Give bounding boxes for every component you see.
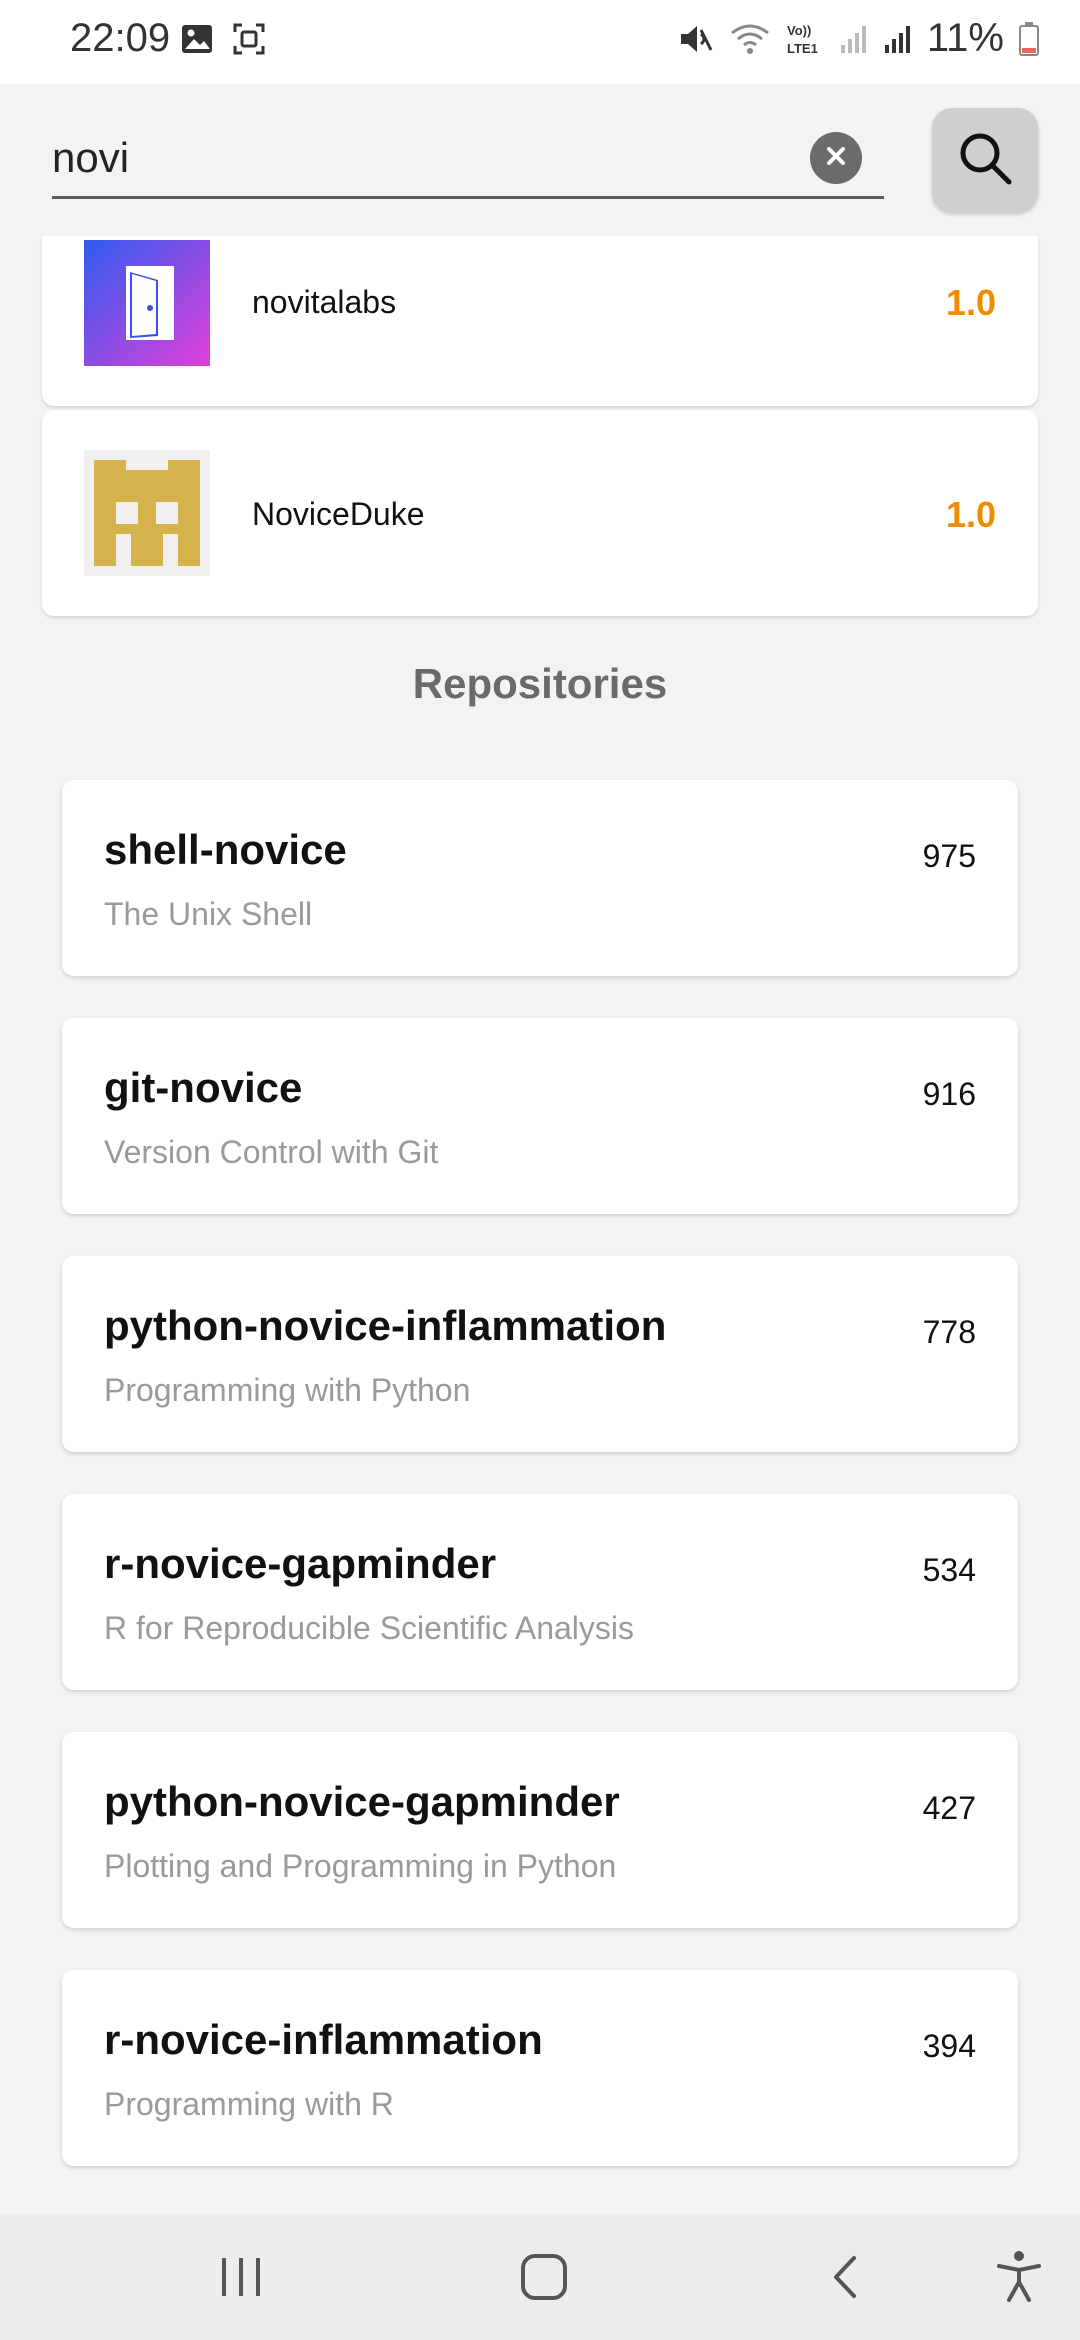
section-title-repositories: Repositories [412, 660, 668, 707]
screenshot-icon [232, 22, 266, 56]
battery-level: 11% [926, 16, 1004, 60]
repo-stars: 916 [922, 1076, 976, 1112]
clear-search-button[interactable] [810, 132, 862, 184]
repo-description: Version Control with Git [104, 1134, 439, 1170]
repo-description: Plotting and Programming in Python [104, 1848, 617, 1884]
close-icon [825, 145, 847, 172]
status-bar: 22:09 Vo)) LTE1 11% [0, 0, 1080, 84]
repo-stars: 975 [922, 838, 976, 874]
repo-description: R for Reproducible Scientific Analysis [104, 1610, 635, 1646]
back-icon[interactable] [826, 2248, 866, 2309]
user-name: NoviceDuke [252, 496, 425, 532]
repo-stars: 778 [922, 1314, 976, 1350]
repo-stars: 394 [922, 2028, 976, 2064]
repo-card[interactable]: shell-novice The Unix Shell 975 [62, 780, 1018, 976]
repo-card[interactable]: python-novice-gapminder Plotting and Pro… [62, 1732, 1018, 1928]
svg-text:LTE1: LTE1 [787, 41, 818, 56]
repo-name: python-novice-inflammation [104, 1302, 667, 1349]
volte-icon: Vo)) LTE1 [785, 20, 825, 58]
repo-name: r-novice-gapminder [104, 1540, 497, 1587]
search-field [52, 124, 884, 199]
repo-card[interactable]: r-novice-inflammation Programming with R… [62, 1970, 1018, 2166]
mute-icon [677, 20, 715, 58]
search-icon [955, 128, 1015, 193]
repo-card[interactable]: python-novice-inflammation Programming w… [62, 1256, 1018, 1452]
recent-apps-icon[interactable] [218, 2248, 264, 2309]
search-input[interactable] [52, 124, 792, 192]
user-score: 1.0 [945, 282, 996, 323]
repo-description: The Unix Shell [104, 896, 313, 932]
user-score: 1.0 [945, 494, 996, 535]
wifi-icon [729, 21, 771, 57]
image-icon [180, 22, 214, 56]
repo-description: Programming with Python [104, 1372, 471, 1408]
user-result-card[interactable]: novitalabs 1.0 [42, 236, 1038, 406]
status-time: 22:09 [70, 16, 171, 60]
repo-card[interactable]: r-novice-gapminder R for Reproducible Sc… [62, 1494, 1018, 1690]
user-name: novitalabs [252, 284, 397, 320]
user-result-card[interactable]: NoviceDuke 1.0 [42, 410, 1038, 616]
user-avatar [84, 240, 210, 366]
accessibility-icon[interactable] [994, 2248, 1044, 2309]
repo-name: r-novice-inflammation [104, 2016, 543, 2063]
battery-icon [1018, 21, 1040, 57]
navigation-bar [0, 2214, 1080, 2340]
repo-stars: 534 [922, 1552, 976, 1588]
home-icon[interactable] [518, 2248, 570, 2309]
user-avatar [84, 450, 210, 576]
repo-name: git-novice [104, 1064, 303, 1111]
signal-icon [839, 23, 869, 55]
repo-name: python-novice-gapminder [104, 1778, 620, 1825]
signal-icon [883, 23, 913, 55]
svg-text:Vo)): Vo)) [787, 23, 811, 38]
repo-description: Programming with R [104, 2086, 394, 2122]
repo-stars: 427 [922, 1790, 976, 1826]
search-bar [0, 84, 1080, 236]
repo-name: shell-novice [104, 826, 347, 873]
repo-card[interactable]: git-novice Version Control with Git 916 [62, 1018, 1018, 1214]
search-button[interactable] [932, 108, 1038, 212]
